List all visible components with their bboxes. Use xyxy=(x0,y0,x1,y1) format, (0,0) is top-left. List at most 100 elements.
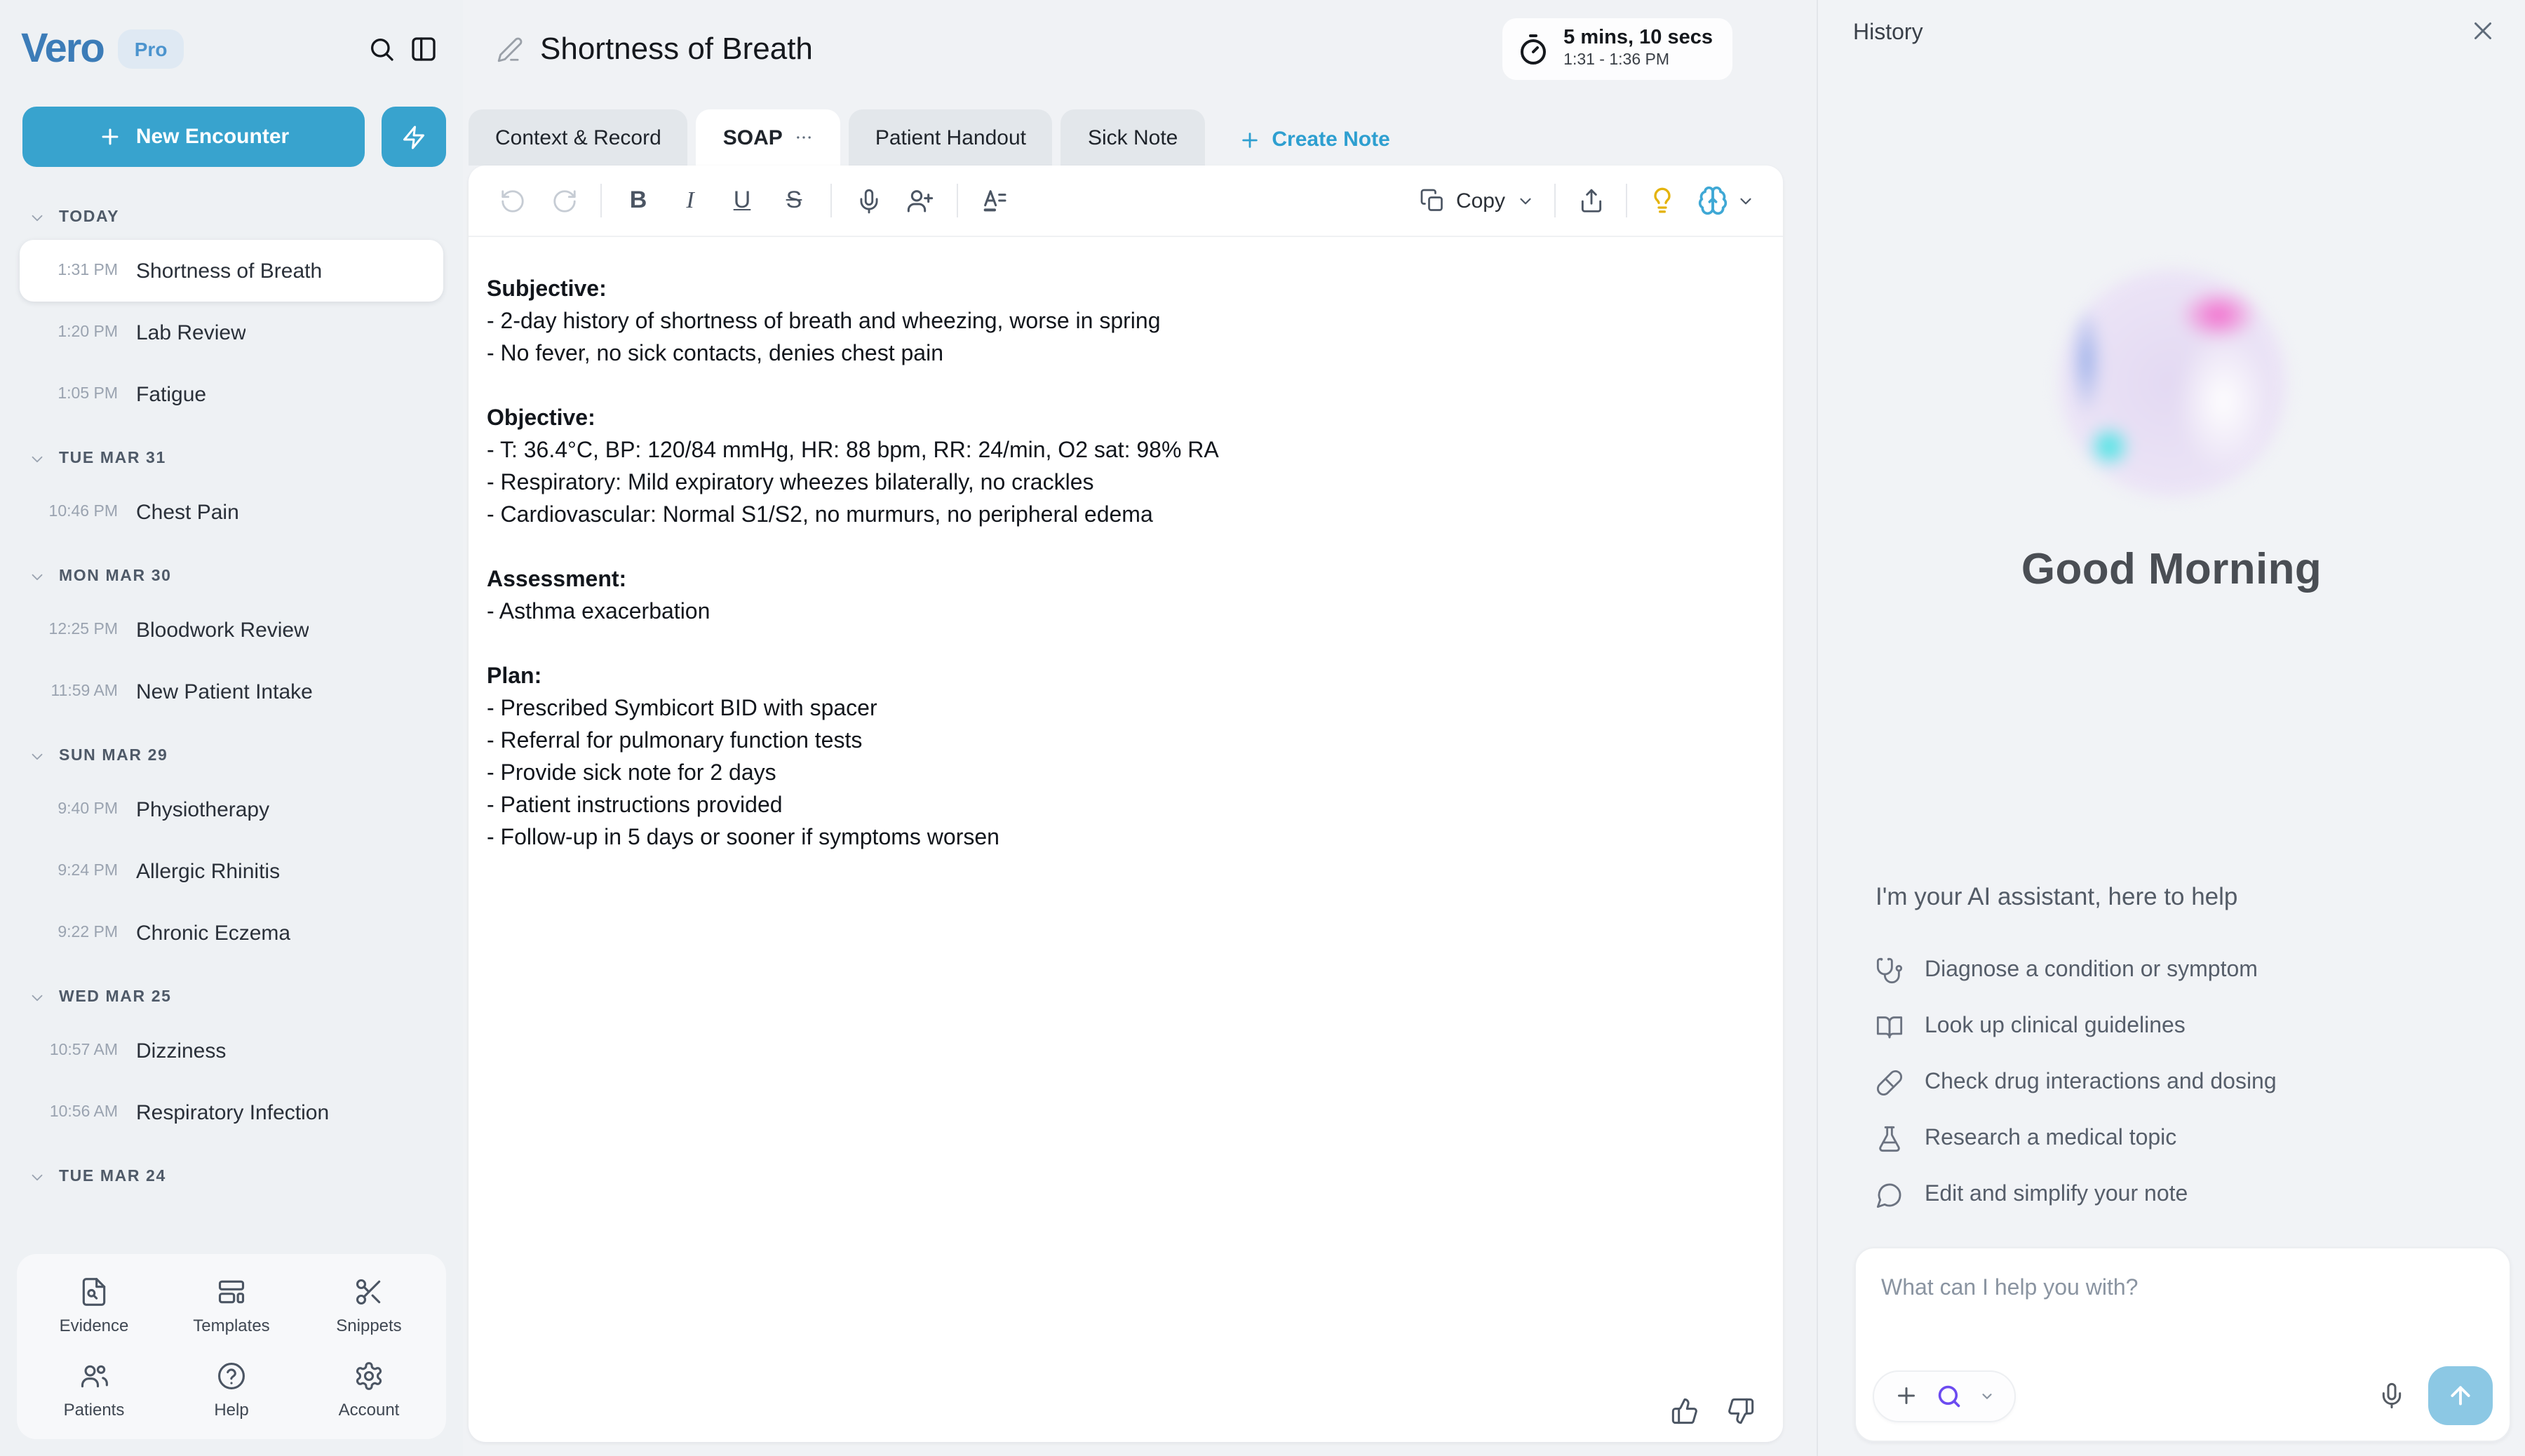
encounter-item-lab-review[interactable]: 1:20 PM Lab Review xyxy=(20,302,443,363)
encounter-time: 9:24 PM xyxy=(28,863,118,879)
redo-icon[interactable] xyxy=(548,187,579,214)
nav-patients[interactable]: Patients xyxy=(25,1361,163,1420)
timer-text: 5 mins, 10 secs 1:31 - 1:36 PM xyxy=(1563,27,1713,71)
nav-label: Patients xyxy=(64,1400,125,1420)
chevron-down-icon xyxy=(28,747,46,765)
note-section-objective: Objective:- T: 36.4°C, BP: 120/84 mmHg, … xyxy=(487,403,1746,532)
group-label: TODAY xyxy=(59,209,119,226)
group-header-wed-mar-25[interactable]: WED MAR 25 xyxy=(20,975,443,1020)
note-section-plan: Plan:- Prescribed Symbicort BID with spa… xyxy=(487,661,1746,854)
tab-label: Patient Handout xyxy=(875,126,1026,149)
nav-snippets[interactable]: Snippets xyxy=(300,1276,438,1335)
timer-duration: 5 mins, 10 secs xyxy=(1563,27,1713,52)
nav-account[interactable]: Account xyxy=(300,1361,438,1420)
ai-model-selector[interactable] xyxy=(1697,185,1755,216)
encounter-group: TUE MAR 3110:46 PMChest Pain xyxy=(20,436,443,543)
chevron-down-icon xyxy=(1737,191,1755,210)
gear-icon xyxy=(354,1361,384,1391)
group-header-sun-mar-29[interactable]: SUN MAR 29 xyxy=(20,734,443,778)
underline-button[interactable]: U xyxy=(727,187,758,215)
stethoscope-icon xyxy=(1876,957,1904,985)
encounter-item-chronic-eczema[interactable]: 9:22 PMChronic Eczema xyxy=(20,902,443,964)
vero-logo: Vero xyxy=(21,26,104,72)
encounter-title: Physiotherapy xyxy=(136,797,269,821)
encounter-item-respiratory-infection[interactable]: 10:56 AMRespiratory Infection xyxy=(20,1081,443,1143)
encounter-item-dizziness[interactable]: 10:57 AMDizziness xyxy=(20,1020,443,1081)
note-line: - Prescribed Symbicort BID with spacer xyxy=(487,693,1746,725)
assistant-intro: I'm your AI assistant, here to help xyxy=(1876,882,2237,912)
page-title: Shortness of Breath xyxy=(540,31,813,67)
create-note-button[interactable]: Create Note xyxy=(1238,128,1389,151)
encounter-item-shortness-of-breath[interactable]: 1:31 PMShortness of Breath xyxy=(20,240,443,302)
sidebar-toggle-icon[interactable] xyxy=(410,35,438,63)
thumbs-down-icon[interactable] xyxy=(1727,1397,1755,1425)
encounter-item-new-patient-intake[interactable]: 11:59 AMNew Patient Intake xyxy=(20,661,443,722)
nav-label: Snippets xyxy=(336,1316,401,1335)
lightbulb-icon[interactable] xyxy=(1647,187,1678,215)
history-title: History xyxy=(1853,21,1923,46)
close-icon[interactable] xyxy=(2470,18,2496,43)
suggestion-check-drug-interactions-and-dosing[interactable]: Check drug interactions and dosing xyxy=(1876,1055,2497,1111)
tab-options-icon[interactable] xyxy=(794,128,814,147)
encounter-time: 10:57 AM xyxy=(28,1042,118,1059)
scissors-icon xyxy=(354,1276,384,1307)
share-icon[interactable] xyxy=(1575,187,1606,214)
encounter-item-allergic-rhinitis[interactable]: 9:24 PMAllergic Rhinitis xyxy=(20,840,443,902)
message-circle-icon xyxy=(1876,1181,1904,1209)
italic-button[interactable]: I xyxy=(675,187,706,215)
group-header-tue-mar-24[interactable]: TUE MAR 24 xyxy=(20,1154,443,1199)
quick-capture-button[interactable] xyxy=(382,107,446,167)
edit-title-icon[interactable] xyxy=(497,36,523,62)
text-format-icon[interactable] xyxy=(979,187,1010,215)
note-editor-card: B I U S xyxy=(469,166,1783,1442)
group-header-tue-mar-31[interactable]: TUE MAR 31 xyxy=(20,436,443,481)
encounter-group: TODAY 1:31 PMShortness of Breath 1:20 PM La… xyxy=(20,195,443,425)
deep-search-icon[interactable] xyxy=(1936,1382,1962,1409)
note-content[interactable]: Subjective:- 2-day history of shortness … xyxy=(469,237,1783,887)
nav-help[interactable]: Help xyxy=(163,1361,300,1420)
strikethrough-button[interactable]: S xyxy=(779,187,809,215)
suggestion-research-a-medical-topic[interactable]: Research a medical topic xyxy=(1876,1111,2497,1167)
bold-button[interactable]: B xyxy=(623,187,654,215)
encounter-time: 1:20 PM xyxy=(28,324,118,341)
suggestion-edit-and-simplify-your-note[interactable]: Edit and simplify your note xyxy=(1876,1167,2497,1223)
voice-input-icon[interactable] xyxy=(2378,1382,2406,1410)
suggestion-diagnose-a-condition-or-symptom[interactable]: Diagnose a condition or symptom xyxy=(1876,943,2497,999)
attach-plus-icon[interactable] xyxy=(1894,1383,1919,1408)
new-encounter-button[interactable]: New Encounter xyxy=(22,107,365,167)
greeting-text: Good Morning xyxy=(1818,544,2525,595)
new-encounter-label: New Encounter xyxy=(136,125,289,149)
dictate-mic-icon[interactable] xyxy=(853,187,884,214)
send-button[interactable] xyxy=(2428,1366,2493,1425)
footer-nav-row-1: EvidenceTemplates Snippets xyxy=(25,1276,438,1335)
tab-soap[interactable]: SOAP xyxy=(696,109,840,166)
encounter-title: Lab Review xyxy=(136,321,246,344)
encounter-item-chest-pain[interactable]: 10:46 PMChest Pain xyxy=(20,481,443,543)
chevron-down-icon xyxy=(28,1168,46,1186)
thumbs-up-icon[interactable] xyxy=(1671,1397,1699,1425)
tab-patient-handout[interactable]: Patient Handout xyxy=(849,109,1053,166)
nav-evidence[interactable]: Evidence xyxy=(25,1276,163,1335)
undo-icon[interactable] xyxy=(497,187,527,214)
group-label: TUE MAR 24 xyxy=(59,1168,166,1185)
help-circle-icon xyxy=(216,1361,247,1391)
nav-templates[interactable]: Templates xyxy=(163,1276,300,1335)
arrow-up-icon xyxy=(2446,1382,2474,1410)
group-label: SUN MAR 29 xyxy=(59,748,168,764)
chat-input[interactable]: What can I help you with? xyxy=(1881,1276,2138,1302)
encounter-item-fatigue[interactable]: 1:05 PMFatigue xyxy=(20,363,443,425)
copy-button[interactable]: Copy xyxy=(1420,188,1535,213)
tab-sick-note[interactable]: Sick Note xyxy=(1061,109,1204,166)
note-line: - Patient instructions provided xyxy=(487,790,1746,822)
encounter-time: 1:05 PM xyxy=(28,386,118,403)
encounter-list: TODAY 1:31 PMShortness of Breath 1:20 PM La… xyxy=(0,167,463,1240)
group-header-mon-mar-30[interactable]: MON MAR 30 xyxy=(20,554,443,599)
chevron-down-icon[interactable] xyxy=(1979,1388,1995,1403)
encounter-item-physiotherapy[interactable]: 9:40 PMPhysiotherapy xyxy=(20,778,443,840)
tab-context-record[interactable]: Context & Record xyxy=(469,109,688,166)
search-icon[interactable] xyxy=(368,35,396,63)
group-header-today[interactable]: TODAY xyxy=(20,195,443,240)
suggestion-look-up-clinical-guidelines[interactable]: Look up clinical guidelines xyxy=(1876,999,2497,1055)
encounter-item-bloodwork-review[interactable]: 12:25 PMBloodwork Review xyxy=(20,599,443,661)
add-person-icon[interactable] xyxy=(905,187,936,215)
